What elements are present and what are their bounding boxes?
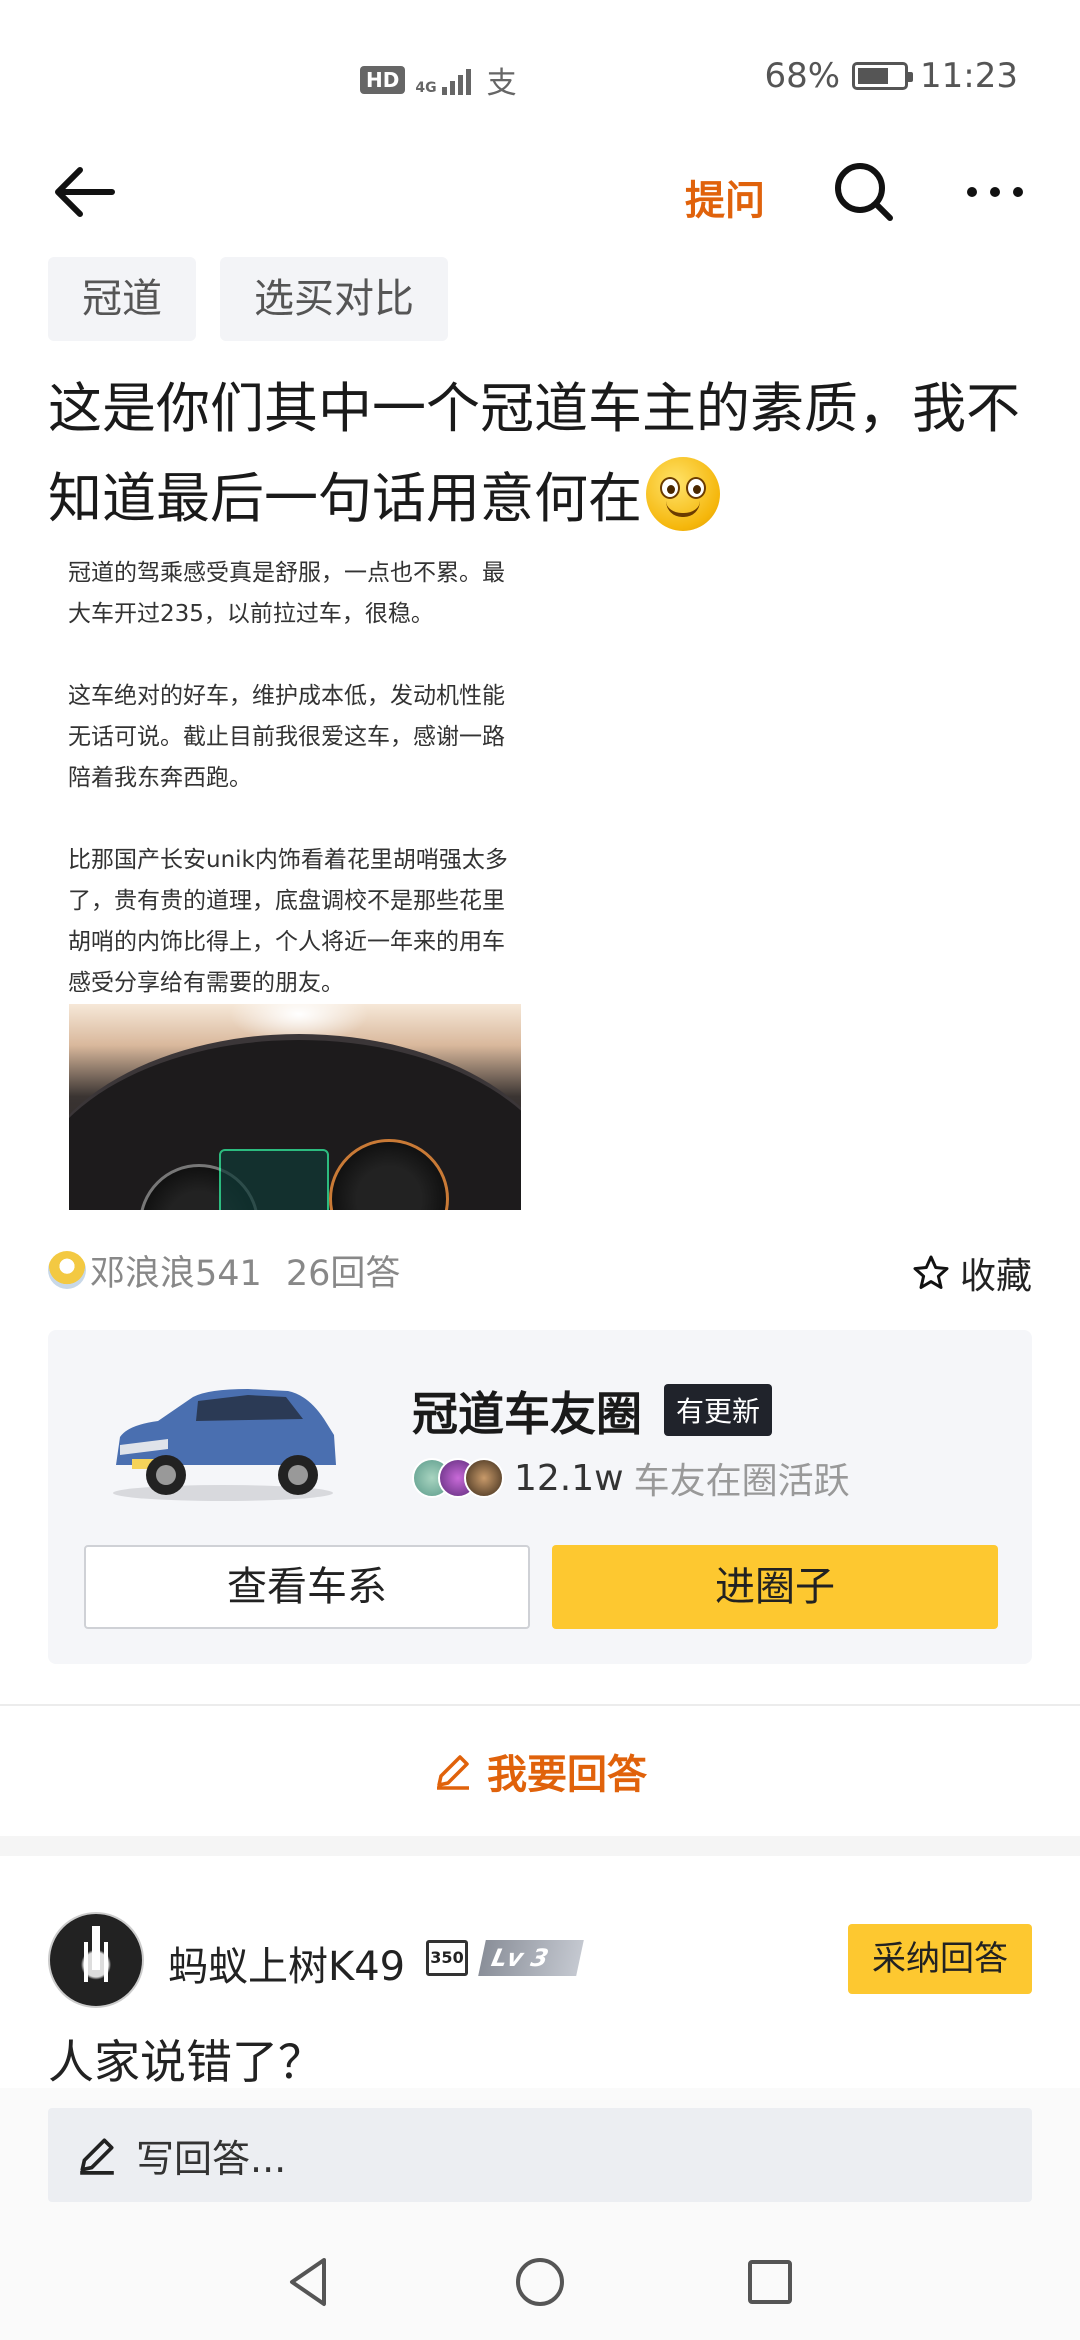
view-series-button[interactable]: 查看车系 xyxy=(84,1545,530,1629)
circle-name: 冠道车友圈 xyxy=(412,1387,642,1441)
adopt-answer-button[interactable]: 采纳回答 xyxy=(848,1924,1032,1994)
nav-recent-icon[interactable] xyxy=(740,2252,800,2312)
star-icon xyxy=(913,1255,949,1289)
search-icon[interactable] xyxy=(832,160,896,224)
signal-icon: 4G xyxy=(415,65,471,95)
question-meta: 邓浪浪541 26回答 收藏 xyxy=(48,1245,1032,1297)
car-thumbnail xyxy=(113,1389,336,1501)
favorite-button[interactable]: 收藏 xyxy=(912,1247,1032,1299)
title-line-1: 这是你们其中一个冠道车主的素质，我不 xyxy=(48,377,1020,440)
image-paragraph: 冠道的驾乘感受真是舒服，一点也不累。最大车开过235，以前拉过车，很稳。 xyxy=(68,560,505,627)
section-gap xyxy=(0,1836,1080,1856)
back-arrow-icon[interactable] xyxy=(50,164,120,220)
nav-home-icon[interactable] xyxy=(510,2252,570,2312)
member-desc: 车友在圈活跃 xyxy=(633,1461,850,1502)
image-paragraph: 比那国产长安unik内饰看着花里胡哨强太多了，贵有贵的道理，底盘调校不是那些花里… xyxy=(68,847,508,996)
member-avatar xyxy=(464,1458,504,1498)
status-right: 68% 11:23 xyxy=(764,56,1018,96)
car-circle-card[interactable]: 冠道车友圈 有更新 12.1w 车友在圈活跃 查看车系 进圈子 xyxy=(48,1330,1032,1664)
system-nav-bar xyxy=(0,2224,1080,2340)
answer-count: 26回答 xyxy=(285,1253,401,1294)
battery-percent: 68% xyxy=(764,56,841,96)
image-text: 冠道的驾乘感受真是舒服，一点也不累。最大车开过235，以前拉过车，很稳。 这车绝… xyxy=(48,535,528,1004)
image-paragraph: 这车绝对的好车，维护成本低，发动机性能无话可说。截止目前我很爱这车，感谢一路陪着… xyxy=(68,683,505,791)
update-badge: 有更新 xyxy=(664,1384,773,1436)
nav-back-icon[interactable] xyxy=(280,2252,340,2312)
write-placeholder: 写回答... xyxy=(136,2136,287,2181)
tag-guandao[interactable]: 冠道 xyxy=(48,257,196,341)
write-answer-label: 我要回答 xyxy=(487,1752,647,1798)
answer-text[interactable]: 人家说错了？ xyxy=(48,2026,324,2092)
join-circle-button[interactable]: 进圈子 xyxy=(552,1545,998,1629)
battery-icon xyxy=(852,62,914,90)
circle-members: 12.1w 车友在圈活跃 xyxy=(412,1452,850,1504)
favorite-label: 收藏 xyxy=(959,1256,1032,1297)
clock: 11:23 xyxy=(920,56,1018,96)
pencil-icon xyxy=(437,1755,469,1790)
level-badge: Lv 3 xyxy=(478,1940,584,1976)
edit-icon xyxy=(80,2138,114,2175)
smile-emoji-icon xyxy=(646,457,720,531)
title-line-2: 知道最后一句话用意何在 xyxy=(48,454,1038,544)
badge-350: 350 xyxy=(426,1940,468,1976)
answer-username[interactable]: 蚂蚁上树K49 xyxy=(168,1934,405,1992)
bottom-input-bar: 写回答... xyxy=(0,2088,1080,2224)
ask-question-button[interactable]: 提问 xyxy=(685,168,765,226)
question-title: 这是你们其中一个冠道车主的素质，我不 知道最后一句话用意何在 xyxy=(48,364,1038,544)
top-nav: 提问 xyxy=(0,150,1080,232)
dashboard-photo xyxy=(69,1004,521,1210)
tag-compare[interactable]: 选买对比 xyxy=(220,257,448,341)
hd-badge: HD xyxy=(360,66,406,94)
alipay-icon: 支 xyxy=(486,66,517,101)
status-bar: HD 4G 支 68% 11:23 xyxy=(0,0,1080,150)
avatar[interactable] xyxy=(48,1912,144,2008)
write-answer-input[interactable]: 写回答... xyxy=(48,2108,1032,2202)
author-name[interactable]: 邓浪浪541 xyxy=(90,1245,262,1296)
member-count: 12.1w xyxy=(514,1457,624,1499)
author-avatar[interactable] xyxy=(48,1251,86,1289)
status-left: HD 4G 支 xyxy=(360,58,517,102)
write-answer-cta[interactable]: 我要回答 xyxy=(0,1706,1080,1836)
post-image[interactable]: 冠道的驾乘感受真是舒服，一点也不累。最大车开过235，以前拉过车，很稳。 这车绝… xyxy=(48,535,528,1210)
more-icon[interactable] xyxy=(964,172,1026,212)
topic-tags: 冠道 选买对比 xyxy=(48,257,448,341)
